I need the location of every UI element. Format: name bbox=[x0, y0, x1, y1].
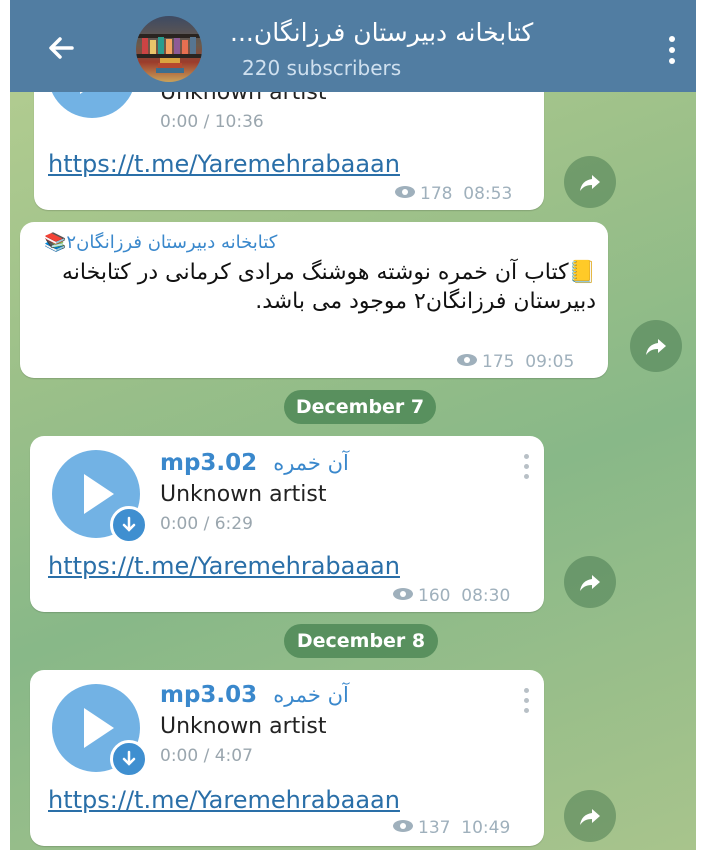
eye-icon bbox=[394, 184, 416, 204]
message-options-button[interactable] bbox=[524, 688, 530, 718]
eye-icon bbox=[456, 352, 478, 372]
message-time: 08:30 bbox=[461, 586, 511, 606]
play-icon bbox=[84, 474, 114, 514]
audio-duration: 0:00 / 10:36 bbox=[160, 112, 264, 132]
message-time: 08:53 bbox=[463, 184, 513, 204]
message-options-button[interactable] bbox=[524, 454, 530, 484]
audio-duration: 0:00 / 4:07 bbox=[160, 746, 253, 766]
more-options-button[interactable] bbox=[662, 32, 682, 68]
view-count: 160 bbox=[418, 586, 451, 606]
share-arrow-icon bbox=[580, 175, 600, 191]
arrow-left-icon bbox=[49, 37, 74, 59]
date-separator: December 7 bbox=[284, 390, 436, 424]
message-body: 📒کتاب آن خمره نوشته هوشنگ مرادی کرمانی د… bbox=[62, 260, 596, 314]
download-button[interactable] bbox=[110, 740, 148, 778]
message-time: 09:05 bbox=[525, 352, 575, 372]
message-meta: 175 09:05 bbox=[456, 352, 574, 372]
subscriber-count: 220 subscribers bbox=[242, 56, 402, 80]
audio-title: mp3.03 آن خمره bbox=[160, 682, 349, 708]
message-meta: 160 08:30 bbox=[392, 586, 510, 606]
message-meta: 178 08:53 bbox=[394, 184, 512, 204]
share-button[interactable] bbox=[630, 320, 682, 372]
share-button[interactable] bbox=[564, 156, 616, 208]
download-button[interactable] bbox=[110, 506, 148, 544]
play-button[interactable] bbox=[52, 450, 148, 544]
share-arrow-icon bbox=[580, 575, 600, 591]
eye-icon bbox=[392, 818, 414, 838]
audio-duration: 0:00 / 6:29 bbox=[160, 514, 253, 534]
share-arrow-icon bbox=[580, 809, 600, 825]
download-icon bbox=[122, 516, 136, 532]
channel-avatar[interactable] bbox=[136, 16, 202, 82]
message-audio[interactable]: mp3.02 آن خمره Unknown artist 0:00 / 6:2… bbox=[30, 436, 544, 612]
view-count: 178 bbox=[420, 184, 453, 204]
audio-filename: mp3.03 bbox=[160, 682, 258, 708]
audio-artist: Unknown artist bbox=[160, 714, 327, 739]
audio-title-fa: آن خمره bbox=[273, 683, 349, 707]
message-time: 10:49 bbox=[461, 818, 511, 838]
view-count: 137 bbox=[418, 818, 451, 838]
date-separator: December 8 bbox=[284, 624, 438, 658]
message-link[interactable]: https://t.me/Yaremehrabaaan bbox=[48, 552, 400, 580]
share-arrow-icon bbox=[646, 339, 666, 355]
channel-title[interactable]: کتابخانه دبیرستان فرزانگان... bbox=[230, 18, 630, 47]
share-button[interactable] bbox=[564, 790, 616, 842]
download-icon bbox=[122, 750, 136, 766]
message-text[interactable]: کتابخانه دبیرستان فرزانگان۲📚 📒کتاب آن خم… bbox=[20, 222, 608, 378]
chat-screen: کتابخانه دبیرستان فرزانگان... 220 subscr… bbox=[10, 0, 696, 850]
message-link[interactable]: https://t.me/Yaremehrabaaan bbox=[48, 150, 400, 178]
message-link[interactable]: https://t.me/Yaremehrabaaan bbox=[48, 786, 400, 814]
forwarded-from[interactable]: کتابخانه دبیرستان فرزانگان۲📚 bbox=[44, 232, 277, 253]
audio-title: mp3.02 آن خمره bbox=[160, 450, 349, 476]
channel-header: کتابخانه دبیرستان فرزانگان... 220 subscr… bbox=[10, 0, 696, 92]
audio-artist: Unknown artist bbox=[160, 482, 327, 507]
audio-title-fa: آن خمره bbox=[273, 451, 349, 475]
play-icon bbox=[84, 708, 114, 748]
play-button[interactable] bbox=[52, 684, 148, 778]
message-audio[interactable]: mp3.03 آن خمره Unknown artist 0:00 / 4:0… bbox=[30, 670, 544, 846]
audio-filename: mp3.02 bbox=[160, 450, 258, 476]
view-count: 175 bbox=[482, 352, 515, 372]
eye-icon bbox=[392, 586, 414, 606]
message-meta: 137 10:49 bbox=[392, 818, 510, 838]
share-button[interactable] bbox=[564, 556, 616, 608]
back-button[interactable] bbox=[38, 24, 86, 72]
